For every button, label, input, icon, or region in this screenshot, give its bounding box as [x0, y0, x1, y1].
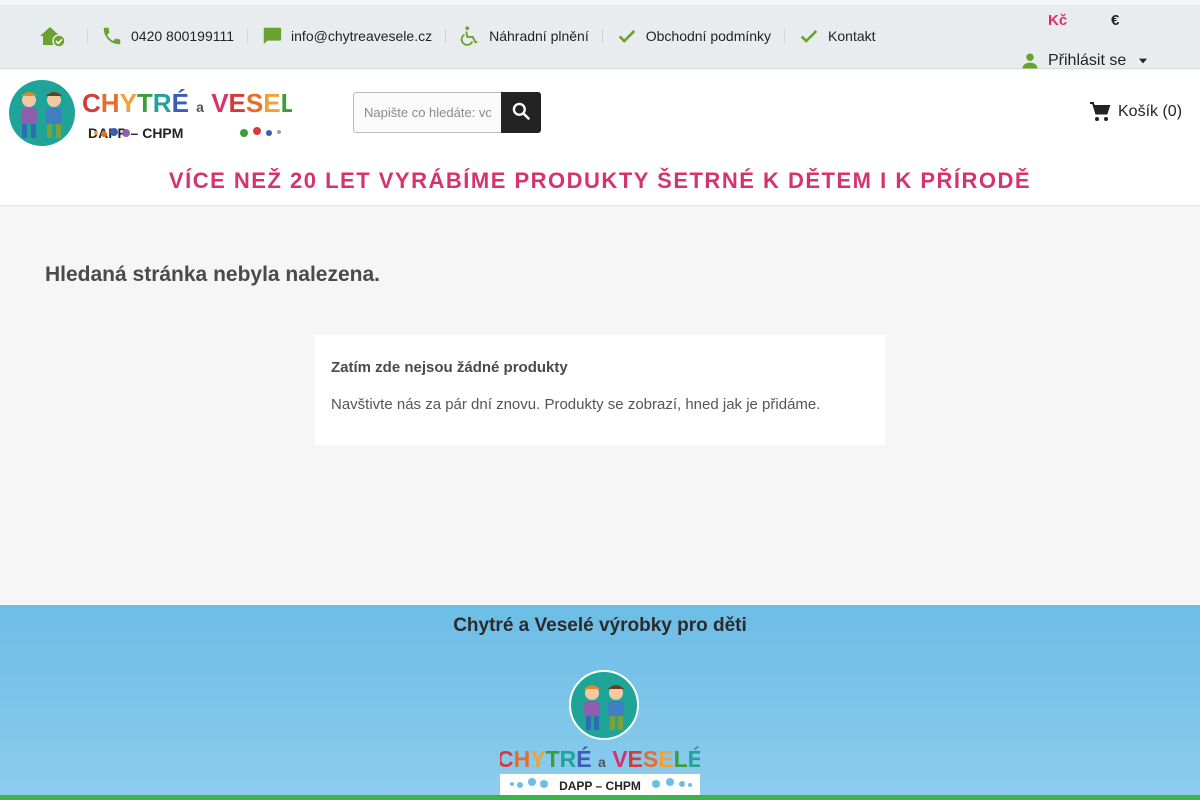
chat-icon — [261, 25, 283, 47]
phone-icon — [101, 25, 123, 47]
cart-label: Košík (0) — [1118, 103, 1183, 120]
wheelchair-icon — [459, 25, 481, 47]
accessibility-label: Náhradní plnění — [489, 28, 589, 44]
footer-logo-subtitle: DAPP – CHPM — [559, 779, 641, 793]
divider — [87, 29, 88, 43]
divider — [601, 29, 603, 43]
top-info-bar: 0420 800199111 info@chytreavesele.cz Náh… — [0, 5, 1200, 69]
empty-products-box: Zatím zde nejsou žádné produkty Navštivt… — [315, 335, 885, 445]
check-icon — [616, 25, 638, 47]
divider — [445, 29, 447, 43]
site-header: CHYTRÉ a VESELÉ DAPP – CHPM Košík (0) VÍ… — [0, 70, 1200, 206]
login-label: Přihlásit se — [1048, 52, 1127, 69]
phone-label: 0420 800199111 — [131, 28, 235, 44]
search-icon — [511, 101, 531, 124]
footer-accent-bar — [0, 795, 1200, 800]
footer-logo-wordmark: CHYTRÉ a VESELÉ — [500, 745, 700, 772]
user-icon — [1020, 51, 1040, 71]
empty-products-text: Navštivte nás za pár dní znovu. Produkty… — [331, 396, 821, 413]
terms-link[interactable]: Obchodní podmínky — [616, 5, 771, 67]
contact-label: Kontakt — [828, 28, 876, 44]
search-form — [353, 92, 541, 133]
logo-wordmark: CHYTRÉ a VESELÉ — [82, 88, 292, 118]
currency-eur[interactable]: € — [1111, 12, 1119, 29]
home-check-icon — [38, 24, 66, 48]
cart-link[interactable]: Košík (0) — [1088, 100, 1182, 124]
page-title: Hledaná stránka nebyla nalezena. — [45, 263, 380, 286]
accessibility-link[interactable]: Náhradní plnění — [459, 5, 589, 67]
home-link[interactable] — [38, 5, 74, 67]
empty-products-title: Zatím zde nejsou žádné produkty — [331, 359, 568, 376]
contact-link[interactable]: Kontakt — [798, 5, 876, 67]
divider — [247, 29, 249, 43]
top-links: 0420 800199111 info@chytreavesele.cz Náh… — [38, 5, 876, 67]
phone-link[interactable]: 0420 800199111 — [101, 5, 234, 67]
currency-czk[interactable]: Kč — [1048, 12, 1067, 29]
email-link[interactable]: info@chytreavesele.cz — [261, 5, 432, 67]
site-footer: Chytré a Veselé výrobky pro děti CHYTRÉ … — [0, 605, 1200, 800]
divider — [784, 29, 786, 43]
email-label: info@chytreavesele.cz — [291, 28, 433, 44]
login-dropdown[interactable]: Přihlásit se — [1020, 51, 1150, 71]
search-button[interactable] — [501, 92, 541, 133]
footer-logo[interactable]: CHYTRÉ a VESELÉ DAPP – CHPM — [500, 669, 700, 795]
check-icon — [798, 25, 820, 47]
cart-icon — [1088, 100, 1112, 124]
search-input[interactable] — [353, 92, 501, 133]
footer-title: Chytré a Veselé výrobky pro děti — [453, 615, 747, 636]
promo-banner: VÍCE NEŽ 20 LET VYRÁBÍME PRODUKTY ŠETRNÉ… — [168, 168, 1032, 193]
terms-label: Obchodní podmínky — [645, 28, 772, 44]
chevron-down-icon — [1136, 54, 1150, 68]
site-logo[interactable]: CHYTRÉ a VESELÉ DAPP – CHPM — [4, 78, 292, 148]
